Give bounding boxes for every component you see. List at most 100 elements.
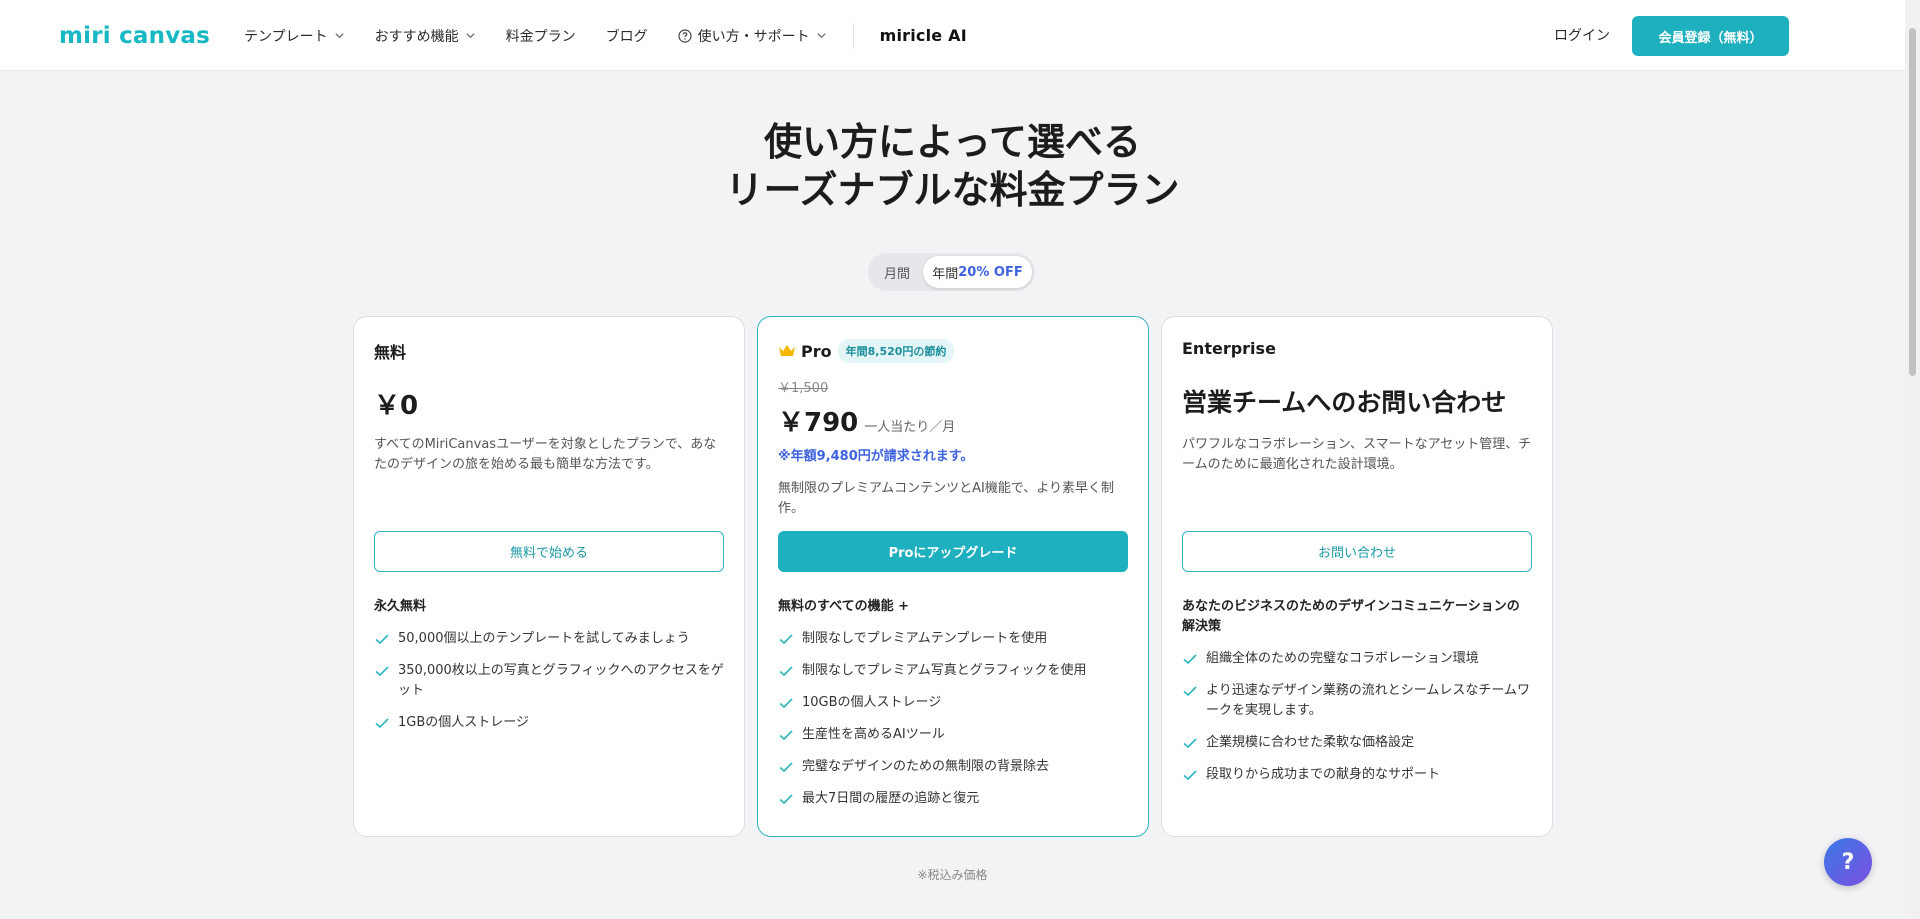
features-heading: あなたのビジネスのためのデザインコミュニケーションの解決策 (1182, 599, 1520, 634)
nav-blog-label: ブログ (605, 28, 648, 45)
chevron-down-icon (335, 33, 344, 39)
list-item: 50,000個以上のテンプレートを試してみましょう (374, 629, 724, 649)
list-item: 段取りから成功までの献身的なサポート (1182, 765, 1532, 785)
original-price: ￥1,500 (778, 381, 829, 396)
plan-name-row: Pro 年間8,520円の節約 (778, 339, 955, 363)
check-icon (779, 730, 793, 741)
check-icon (779, 666, 793, 677)
plan-price: ￥0 (374, 391, 419, 421)
check-icon (779, 762, 793, 773)
feature-text: 組織全体のための完璧なコラボレーション環境 (1206, 651, 1479, 666)
list-item: 完璧なデザインのための無制限の背景除去 (778, 757, 1128, 777)
billed-annually-note: ※年額9,480円が請求されます。 (778, 449, 974, 464)
feature-list: 組織全体のための完璧なコラボレーション環境 より迅速なデザイン業務の流れとシーム… (1182, 649, 1532, 797)
feature-list: 制限なしでプレミアムテンプレートを使用 制限なしでプレミアム写真とグラフィックを… (778, 629, 1128, 821)
chevron-down-icon (817, 33, 826, 39)
question-mark-icon: ? (1841, 849, 1855, 875)
nav-support[interactable]: 使い方・サポート (677, 26, 827, 46)
plan-description: すべてのMiriCanvasユーザーを対象としたプランで、あなたのデザインの旅を… (374, 437, 717, 472)
check-icon (1183, 738, 1197, 749)
upgrade-pro-button[interactable]: Proにアップグレード (778, 531, 1128, 572)
plan-name: 無料 (374, 343, 407, 362)
page-scrollbar[interactable] (1905, 0, 1920, 919)
page-title: 使い方によって選べる リーズナブルな料金プラン (0, 118, 1905, 214)
nav-support-label: 使い方・サポート (697, 28, 810, 45)
feature-text: 段取りから成功までの献身的なサポート (1206, 767, 1441, 782)
savings-badge: 年間8,520円の節約 (837, 339, 955, 363)
feature-text: 企業規模に合わせた柔軟な価格設定 (1206, 735, 1415, 750)
feature-text: 制限なしでプレミアムテンプレートを使用 (802, 631, 1048, 646)
plan-description: 無制限のプレミアムコンテンツとAI機能で、より素早く制作。 (778, 481, 1115, 516)
feature-text: 10GBの個人ストレージ (802, 695, 942, 710)
nav-blog[interactable]: ブログ (606, 26, 648, 46)
plan-price-row: ￥790 一人当たり／月 (778, 402, 955, 439)
list-item: より迅速なデザイン業務の流れとシームレスなチームワークを実現します。 (1182, 681, 1532, 721)
main-nav: テンプレート おすすめ機能 料金プラン ブログ 使い方・サポート miricle… (244, 0, 967, 71)
plan-card-free: 無料 ￥0 すべてのMiriCanvasユーザーを対象としたプランで、あなたのデ… (353, 316, 745, 837)
chevron-down-icon (466, 33, 475, 39)
page-title-line2: リーズナブルな料金プラン (725, 168, 1180, 212)
list-item: 350,000枚以上の写真とグラフィックへのアクセスをゲット (374, 661, 724, 701)
list-item: 制限なしでプレミアム写真とグラフィックを使用 (778, 661, 1128, 681)
check-icon (375, 718, 389, 729)
toggle-monthly[interactable]: 月間 (871, 256, 923, 288)
check-icon (375, 634, 389, 645)
feature-text: 完璧なデザインのための無制限の背景除去 (802, 759, 1050, 774)
contact-sales-title: 営業チームへのお問い合わせ (1182, 388, 1507, 417)
list-item: 10GBの個人ストレージ (778, 693, 1128, 713)
miricanvas-logo[interactable]: miri canvas (59, 21, 210, 51)
feature-text: 生産性を高めるAIツール (802, 727, 945, 742)
plan-card-enterprise: Enterprise 営業チームへのお問い合わせ パワフルなコラボレーション、ス… (1161, 316, 1553, 837)
start-free-button[interactable]: 無料で始める (374, 531, 724, 572)
list-item: 生産性を高めるAIツール (778, 725, 1128, 745)
nav-features-label: おすすめ機能 (374, 28, 459, 45)
features-heading: 永久無料 (374, 599, 427, 614)
tax-included-note: ※税込み価格 (917, 868, 988, 882)
top-header: miri canvas テンプレート おすすめ機能 料金プラン ブログ 使い方・… (0, 0, 1905, 71)
contact-us-button[interactable]: お問い合わせ (1182, 531, 1532, 572)
scrollbar-thumb[interactable] (1909, 28, 1916, 376)
list-item: 企業規模に合わせた柔軟な価格設定 (1182, 733, 1532, 753)
plan-name: Pro (801, 341, 832, 361)
miricle-ai-link[interactable]: miricle AI (880, 26, 967, 45)
feature-text: 制限なしでプレミアム写真とグラフィックを使用 (802, 663, 1087, 678)
check-icon (779, 698, 793, 709)
nav-pricing[interactable]: 料金プラン (506, 26, 576, 46)
nav-templates[interactable]: テンプレート (244, 26, 345, 46)
plan-name: Enterprise (1182, 339, 1276, 358)
signup-button[interactable]: 会員登録（無料） (1632, 16, 1789, 56)
toggle-yearly[interactable]: 年間 20% OFF (923, 256, 1032, 288)
list-item: 組織全体のための完璧なコラボレーション環境 (1182, 649, 1532, 669)
help-circle-icon (677, 28, 692, 43)
feature-text: 最大7日間の履歴の追跡と復元 (802, 791, 980, 806)
crown-icon (779, 345, 795, 356)
login-link[interactable]: ログイン (1554, 25, 1610, 45)
plan-price: ￥790 (778, 408, 859, 438)
help-chat-button[interactable]: ? (1824, 838, 1872, 886)
check-icon (1183, 686, 1197, 697)
yearly-discount-label: 20% OFF (958, 264, 1023, 280)
toggle-yearly-label: 年間 (932, 266, 959, 282)
features-heading: 無料のすべての機能 + (778, 599, 909, 614)
nav-features[interactable]: おすすめ機能 (375, 26, 476, 46)
feature-text: 350,000枚以上の写真とグラフィックへのアクセスをゲット (398, 663, 724, 698)
nav-templates-label: テンプレート (244, 28, 328, 45)
billing-period-toggle: 月間 年間 20% OFF (868, 253, 1035, 291)
check-icon (375, 666, 389, 677)
feature-text: 50,000個以上のテンプレートを試してみましょう (398, 631, 690, 646)
list-item: 最大7日間の履歴の追跡と復元 (778, 789, 1128, 809)
list-item: 制限なしでプレミアムテンプレートを使用 (778, 629, 1128, 649)
feature-text: より迅速なデザイン業務の流れとシームレスなチームワークを実現します。 (1206, 683, 1530, 718)
check-icon (779, 634, 793, 645)
check-icon (779, 794, 793, 805)
page-title-line1: 使い方によって選べる (764, 120, 1141, 164)
feature-list: 50,000個以上のテンプレートを試してみましょう 350,000枚以上の写真と… (374, 629, 724, 745)
nav-divider (852, 22, 854, 49)
feature-text: 1GBの個人ストレージ (398, 715, 530, 730)
price-per-unit: 一人当たり／月 (864, 420, 956, 435)
list-item: 1GBの個人ストレージ (374, 713, 724, 733)
check-icon (1183, 654, 1197, 665)
check-icon (1183, 770, 1197, 781)
plan-description: パワフルなコラボレーション、スマートなアセット管理、チームのために最適化された設… (1182, 437, 1532, 472)
plan-card-pro: Pro 年間8,520円の節約 ￥1,500 ￥790 一人当たり／月 ※年額9,… (757, 316, 1149, 837)
